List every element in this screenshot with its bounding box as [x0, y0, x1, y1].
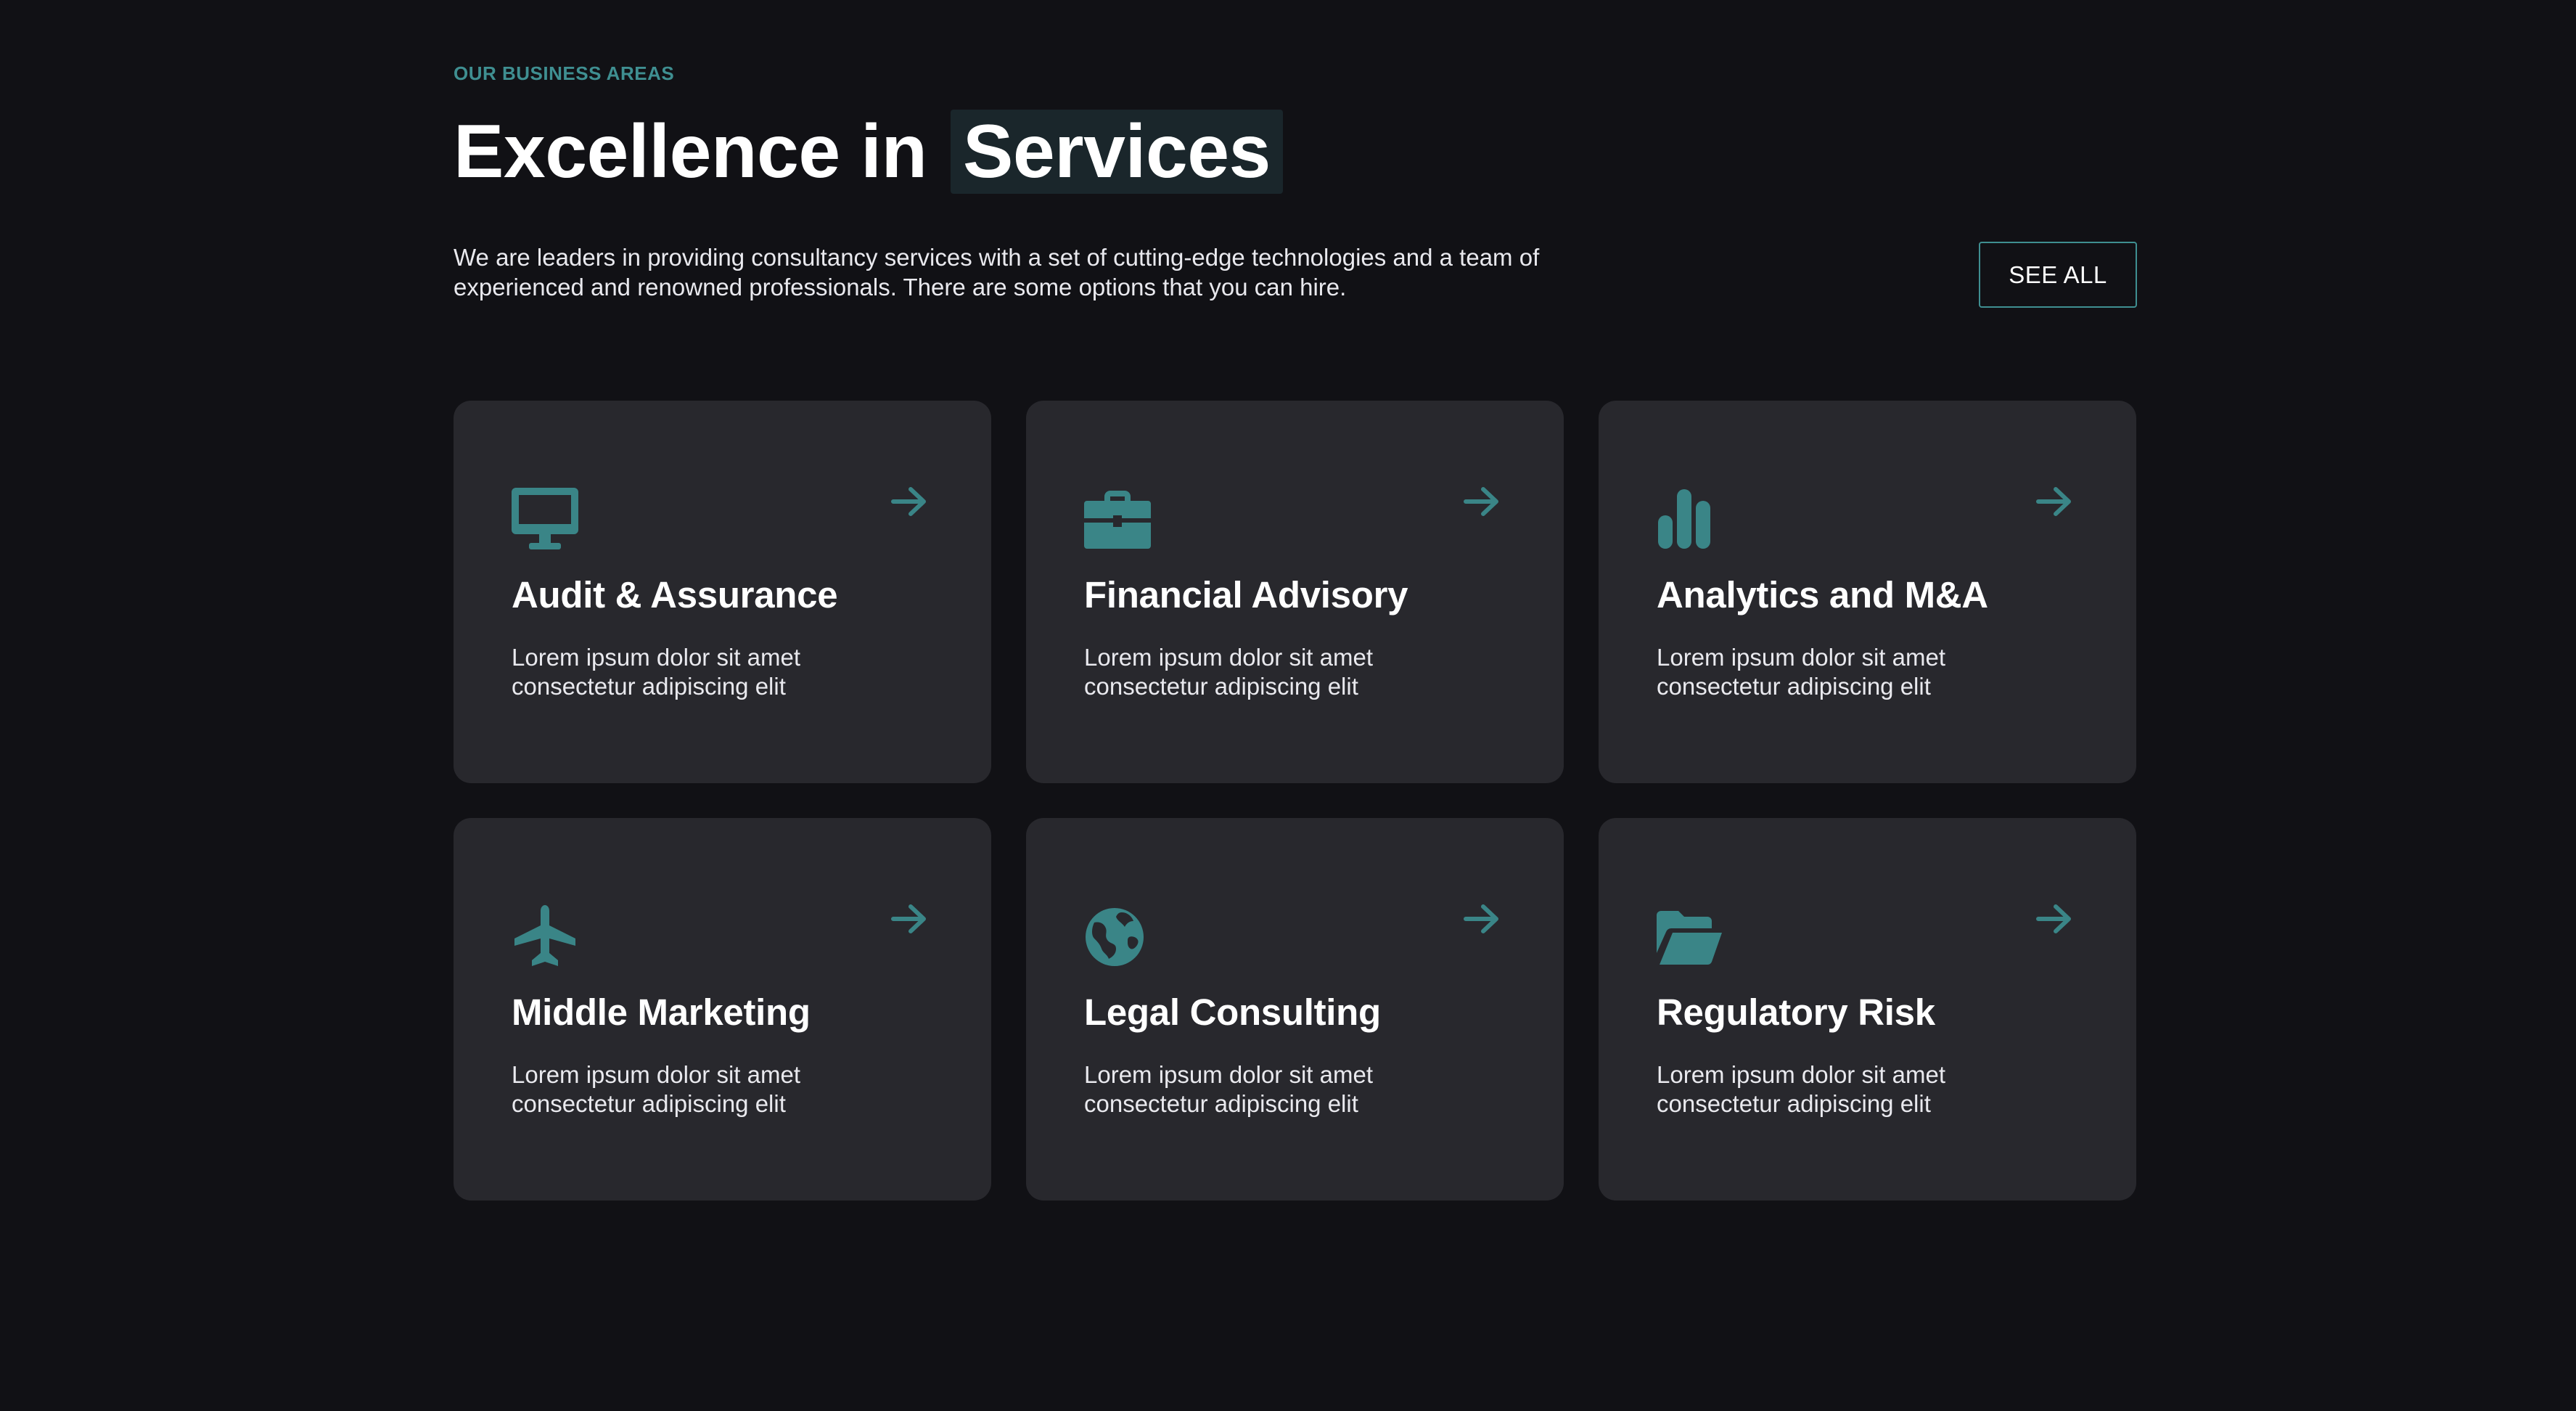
- service-card-middle-marketing[interactable]: Middle Marketing Lorem ipsum dolor sit a…: [454, 818, 991, 1201]
- arrow-right-icon[interactable]: [1463, 486, 1501, 518]
- arrow-right-icon[interactable]: [2035, 486, 2073, 518]
- section-title-highlight: Services: [950, 110, 1283, 194]
- card-description: Lorem ipsum dolor sit amet consectetur a…: [1084, 1061, 1373, 1117]
- card-title: Audit & Assurance: [512, 574, 838, 615]
- section-eyebrow: OUR BUSINESS AREAS: [454, 62, 675, 84]
- globe-icon: [1084, 905, 1151, 969]
- arrow-right-icon[interactable]: [890, 903, 928, 935]
- section-intro: We are leaders in providing consultancy …: [454, 244, 1540, 300]
- bar-chart-icon: [1657, 488, 1723, 552]
- card-title: Legal Consulting: [1084, 991, 1381, 1033]
- card-title: Middle Marketing: [512, 991, 811, 1033]
- card-description: Lorem ipsum dolor sit amet consectetur a…: [512, 1061, 800, 1117]
- arrow-right-icon[interactable]: [890, 486, 928, 518]
- card-title: Analytics and M&A: [1657, 574, 1988, 615]
- arrow-right-icon[interactable]: [1463, 903, 1501, 935]
- section-title-plain: Excellence in: [454, 110, 927, 194]
- card-description: Lorem ipsum dolor sit amet consectetur a…: [1657, 644, 1945, 700]
- service-card-analytics[interactable]: Analytics and M&A Lorem ipsum dolor sit …: [1599, 401, 2136, 783]
- card-title: Regulatory Risk: [1657, 991, 1935, 1033]
- card-title: Financial Advisory: [1084, 574, 1408, 615]
- airplane-icon: [512, 905, 578, 969]
- card-description: Lorem ipsum dolor sit amet consectetur a…: [1084, 644, 1373, 700]
- arrow-right-icon[interactable]: [2035, 903, 2073, 935]
- card-description: Lorem ipsum dolor sit amet consectetur a…: [512, 644, 800, 700]
- service-card-legal-consulting[interactable]: Legal Consulting Lorem ipsum dolor sit a…: [1026, 818, 1564, 1201]
- see-all-button[interactable]: SEE ALL: [1979, 242, 2137, 308]
- briefcase-icon: [1084, 488, 1151, 552]
- card-description: Lorem ipsum dolor sit amet consectetur a…: [1657, 1061, 1945, 1117]
- folder-open-icon: [1657, 905, 1723, 969]
- service-card-regulatory-risk[interactable]: Regulatory Risk Lorem ipsum dolor sit am…: [1599, 818, 2136, 1201]
- services-grid: Audit & Assurance Lorem ipsum dolor sit …: [454, 401, 2136, 1201]
- desktop-icon: [512, 488, 578, 552]
- service-card-audit-assurance[interactable]: Audit & Assurance Lorem ipsum dolor sit …: [454, 401, 991, 783]
- service-card-financial-advisory[interactable]: Financial Advisory Lorem ipsum dolor sit…: [1026, 401, 1564, 783]
- section-title: Excellence in Services: [454, 109, 1283, 195]
